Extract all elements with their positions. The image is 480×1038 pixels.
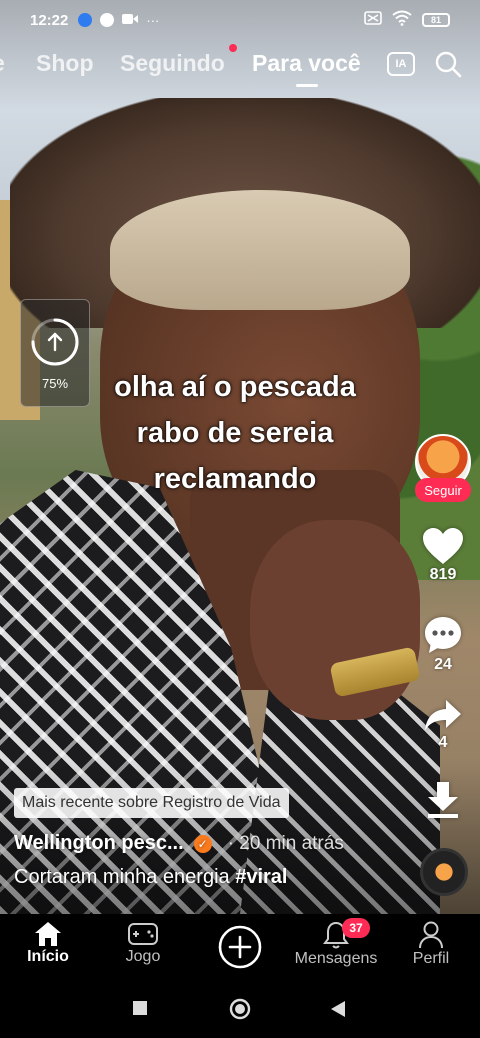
top-tabs: e Shop Seguindo Para você IA: [0, 44, 480, 88]
create-post-button[interactable]: [216, 924, 264, 970]
download-icon: [428, 782, 458, 818]
battery-icon: 81: [422, 13, 450, 27]
download-button[interactable]: [410, 780, 476, 820]
video-hair: [110, 190, 410, 310]
like-button[interactable]: 819: [410, 526, 476, 584]
share-arrow-icon: [425, 700, 461, 731]
home-icon: [35, 922, 61, 946]
hashtag-link[interactable]: #viral: [235, 866, 287, 888]
upload-arrow-icon: [47, 332, 63, 352]
verified-check-icon: ✓: [193, 834, 212, 853]
ia-button[interactable]: IA: [387, 52, 415, 76]
caption-line-3: reclamando: [153, 463, 317, 495]
video-notification-icon: [122, 13, 139, 28]
tab-live-fragment[interactable]: e: [0, 50, 5, 77]
upload-progress-ring: [31, 318, 79, 366]
heart-icon: [423, 528, 463, 564]
nav-game-label: Jogo: [125, 948, 161, 965]
recents-square-icon[interactable]: [132, 1000, 148, 1021]
comment-icon: [425, 617, 461, 653]
video-caption: olha aí o pescada rabo de sereia reclama…: [60, 364, 410, 502]
status-time: 12:22: [30, 11, 69, 29]
tab-shop[interactable]: Shop: [36, 50, 94, 77]
comment-button[interactable]: 24: [410, 614, 476, 674]
following-notification-dot: [229, 44, 237, 52]
person-icon: [419, 921, 443, 949]
search-icon[interactable]: [434, 50, 462, 78]
description-text: Cortaram minha energia: [14, 866, 236, 888]
tab-for-you[interactable]: Para você: [252, 50, 361, 77]
plus-circle-icon: [218, 925, 262, 969]
follow-button[interactable]: Seguir: [415, 478, 471, 502]
author-row: Wellington pesc... ✓ · 20 min atrás: [14, 832, 344, 855]
related-search-chip[interactable]: Mais recente sobre Registro de Vida: [14, 788, 289, 818]
gamepad-icon: [128, 923, 158, 945]
back-triangle-icon[interactable]: [330, 1000, 346, 1023]
nav-profile-label: Perfil: [412, 950, 450, 967]
wifi-icon: [392, 10, 412, 30]
nav-home[interactable]: Início: [18, 920, 78, 966]
sim-off-icon: [364, 11, 382, 29]
nav-messages-label: Mensagens: [294, 950, 378, 967]
home-circle-icon[interactable]: [229, 998, 251, 1025]
caption-line-1: olha aí o pescada: [114, 371, 356, 403]
music-disc[interactable]: [420, 848, 468, 896]
nav-messages[interactable]: 37 Mensagens: [290, 918, 382, 968]
comment-count: 24: [434, 656, 452, 673]
nav-game[interactable]: Jogo: [113, 920, 173, 966]
post-time: · 20 min atrás: [227, 832, 344, 854]
system-nav-bar: [0, 984, 480, 1038]
more-notifications: ···: [146, 12, 160, 28]
nav-home-label: Início: [27, 948, 69, 965]
status-bar: 12:22 ··· 81: [0, 0, 480, 40]
sync-notification-icon: [100, 13, 115, 27]
app-notification-icon: [78, 13, 93, 27]
tab-following[interactable]: Seguindo: [120, 50, 225, 77]
active-tab-indicator: [296, 84, 318, 87]
share-count: 4: [438, 734, 448, 751]
caption-line-2: rabo de sereia: [136, 417, 334, 449]
share-button[interactable]: 4: [410, 698, 476, 752]
nav-profile[interactable]: Perfil: [400, 920, 462, 968]
video-description[interactable]: Cortaram minha energia #viral: [14, 866, 287, 889]
bottom-nav: Início Jogo 37 Mensagens Perfil: [0, 914, 480, 984]
messages-badge: 37: [342, 918, 370, 938]
like-count: 819: [429, 566, 457, 583]
author-name[interactable]: Wellington pesc...: [14, 832, 184, 855]
